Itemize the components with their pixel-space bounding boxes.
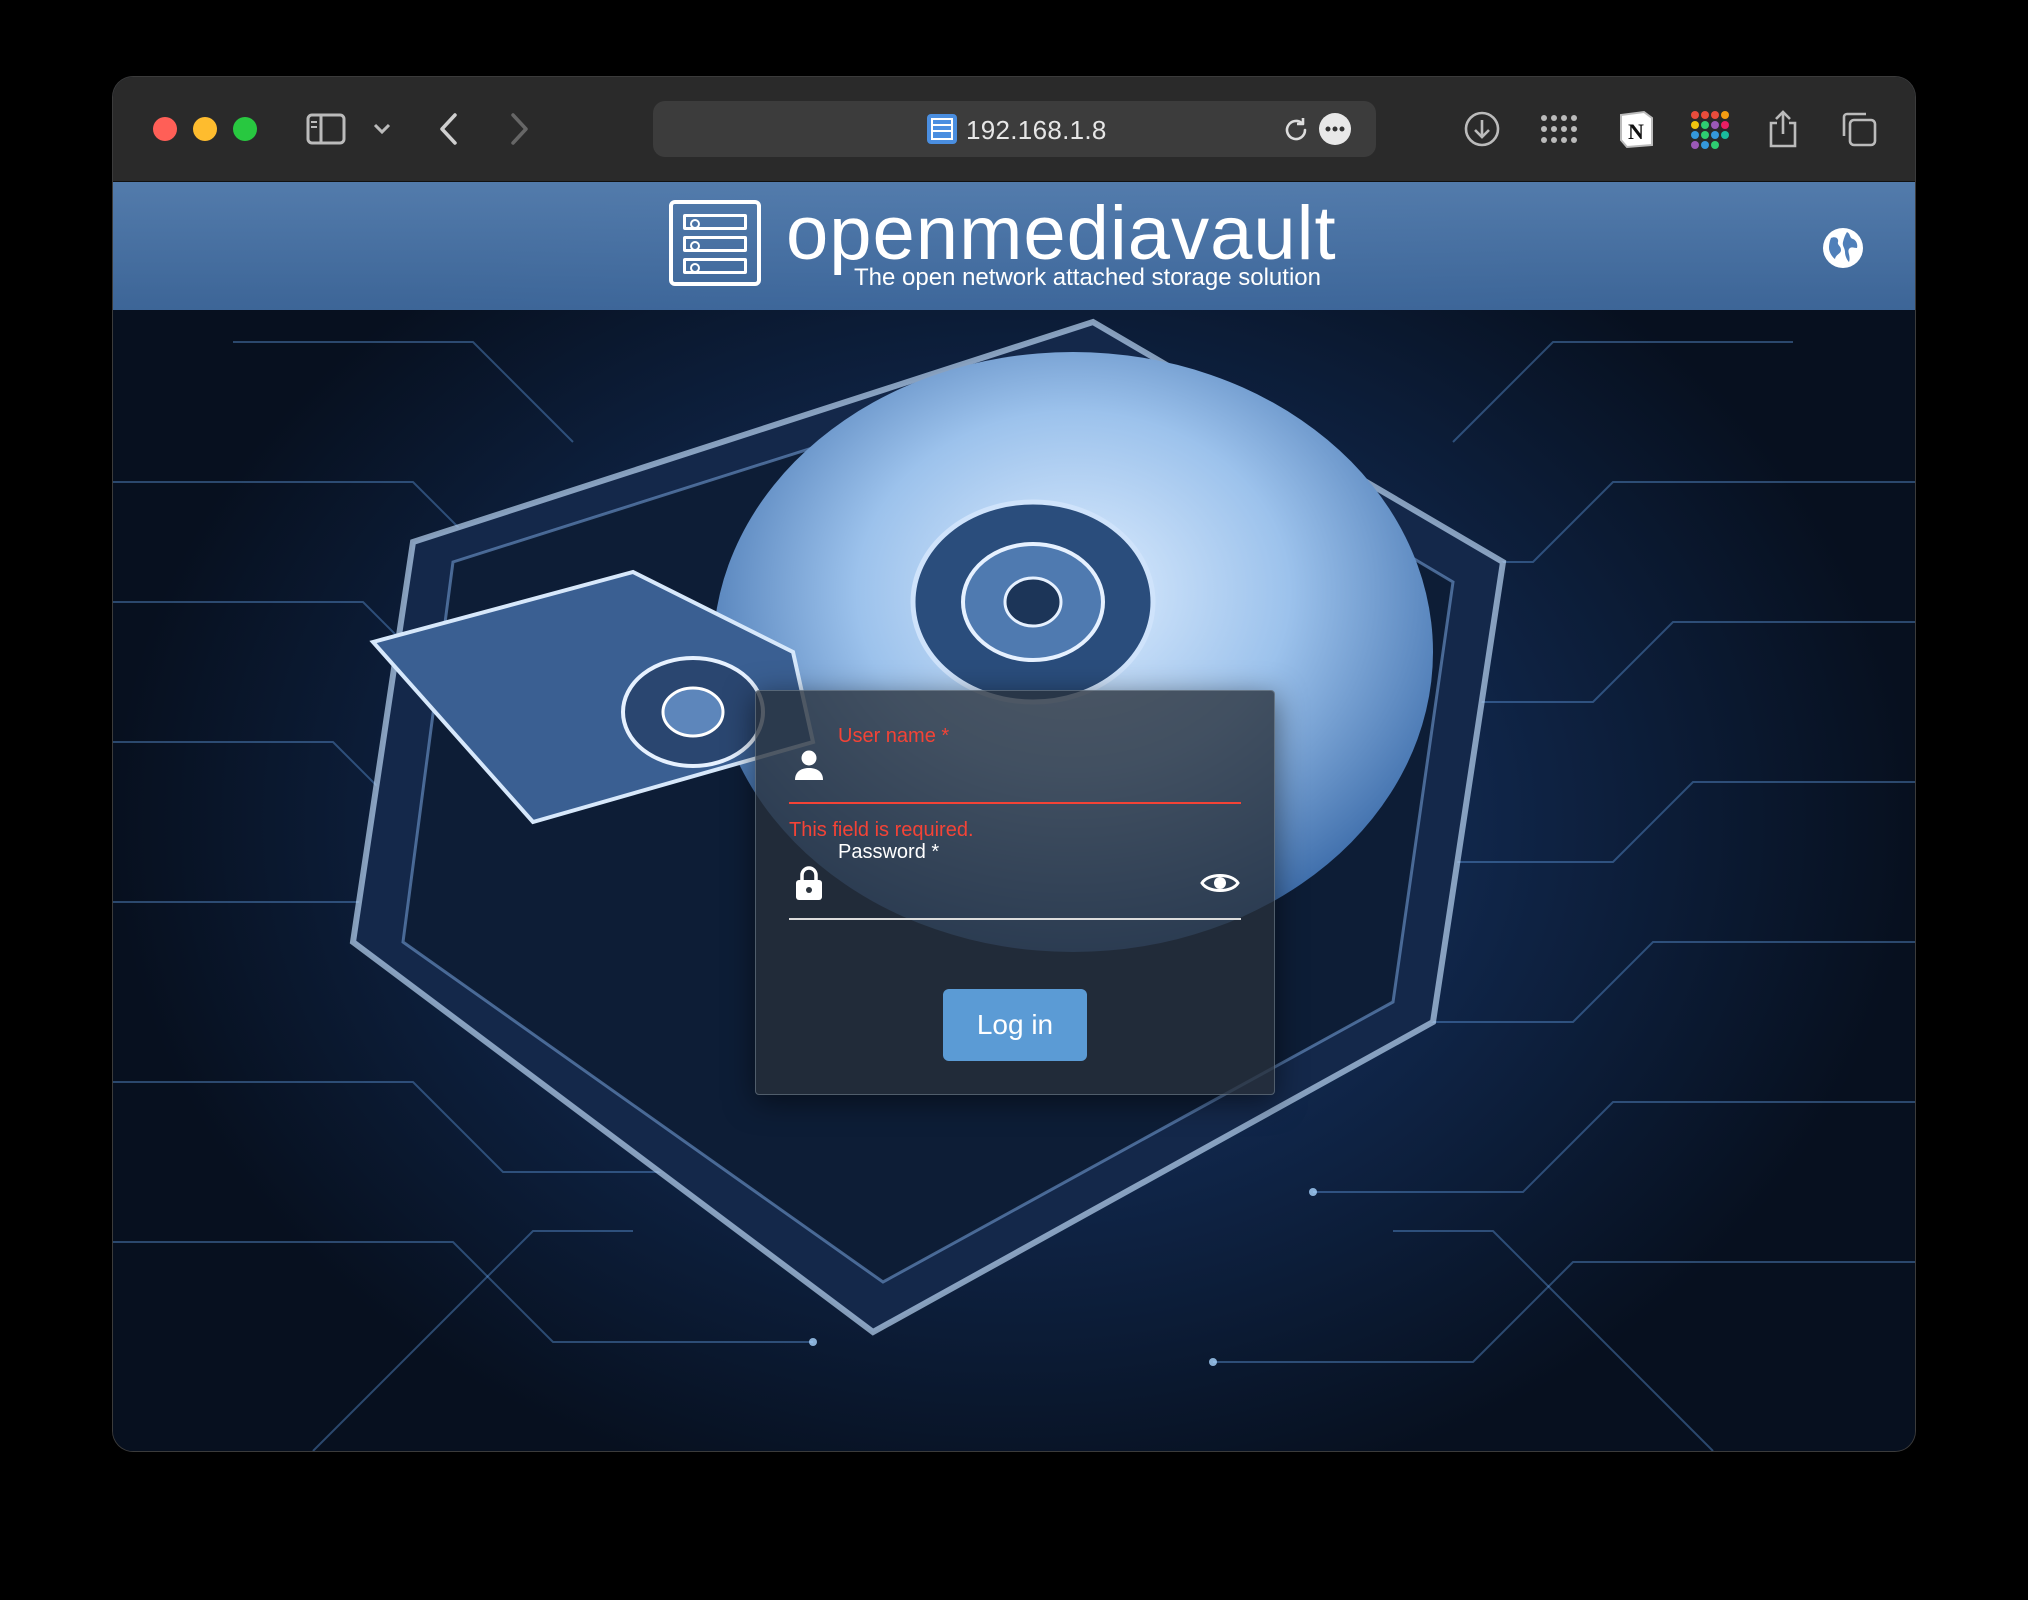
app-header: openmediavault The open network attached… bbox=[113, 182, 1915, 310]
back-icon[interactable] bbox=[427, 107, 471, 151]
password-underline bbox=[789, 918, 1241, 920]
user-icon bbox=[794, 749, 824, 781]
share-icon[interactable] bbox=[1761, 107, 1805, 151]
username-input[interactable] bbox=[838, 749, 1242, 785]
sidebar-icon[interactable] bbox=[304, 107, 348, 151]
forward-icon[interactable] bbox=[497, 107, 541, 151]
browser-toolbar: 192.168.1.8 N bbox=[113, 77, 1915, 182]
username-label: User name * bbox=[838, 725, 950, 747]
show-password-eye-icon[interactable] bbox=[1200, 869, 1240, 897]
openmediavault-logo-icon bbox=[669, 200, 761, 286]
close-window-button[interactable] bbox=[153, 117, 177, 141]
username-error-text: This field is required. bbox=[789, 819, 974, 841]
minimize-window-button[interactable] bbox=[193, 117, 217, 141]
username-underline bbox=[789, 802, 1241, 804]
login-button[interactable]: Log in bbox=[943, 989, 1087, 1061]
chevron-down-icon[interactable] bbox=[360, 107, 404, 151]
more-icon[interactable] bbox=[1318, 112, 1352, 146]
svg-text:N: N bbox=[1628, 119, 1644, 144]
notion-icon[interactable]: N bbox=[1614, 107, 1658, 151]
login-card: User name * This field is required. Pass… bbox=[755, 690, 1275, 1095]
password-label: Password * bbox=[838, 841, 940, 863]
reload-icon[interactable] bbox=[1281, 115, 1311, 145]
globe-icon[interactable] bbox=[1821, 226, 1865, 270]
brand-tagline: The open network attached storage soluti… bbox=[854, 264, 1321, 291]
zoom-window-button[interactable] bbox=[233, 117, 257, 141]
lock-icon bbox=[794, 865, 824, 901]
login-page: openmediavault The open network attached… bbox=[113, 182, 1915, 1451]
browser-window: 192.168.1.8 N openmediavault The open ne… bbox=[113, 77, 1915, 1451]
page-icon bbox=[926, 113, 958, 145]
url-text: 192.168.1.8 bbox=[966, 115, 1107, 145]
address-bar[interactable]: 192.168.1.8 bbox=[653, 101, 1376, 157]
download-icon[interactable] bbox=[1460, 107, 1504, 151]
grid-apps-icon[interactable] bbox=[1537, 107, 1581, 151]
colorful-grid-icon[interactable] bbox=[1687, 107, 1731, 151]
tabs-icon[interactable] bbox=[1837, 107, 1881, 151]
password-input[interactable] bbox=[838, 867, 1182, 903]
